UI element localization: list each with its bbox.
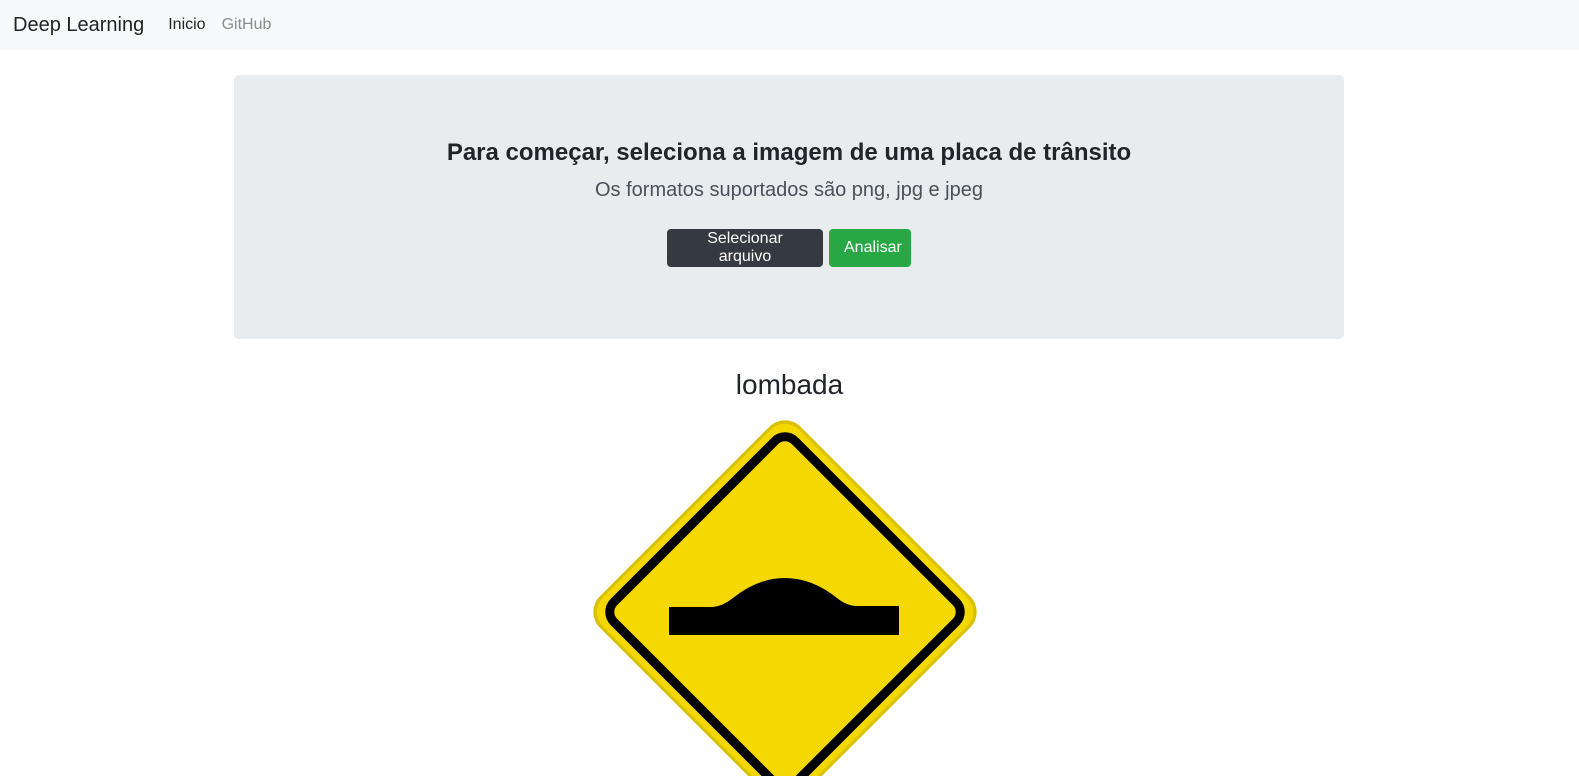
- navbar-brand[interactable]: Deep Learning: [13, 14, 144, 37]
- nav-link-inicio[interactable]: Inicio: [168, 16, 205, 34]
- button-row: Selecionar arquivo Analisar: [234, 229, 1344, 267]
- speed-bump-sign-icon: [593, 420, 977, 776]
- prediction-label: lombada: [735, 369, 844, 400]
- select-file-button[interactable]: Selecionar arquivo: [667, 229, 823, 267]
- navbar: Deep Learning Inicio GitHub: [0, 0, 1579, 50]
- nav-link-github[interactable]: GitHub: [222, 16, 272, 34]
- panel-title: Para começar, seleciona a imagem de uma …: [446, 139, 1132, 166]
- upload-panel: Para começar, seleciona a imagem de uma …: [234, 75, 1344, 339]
- analyze-button[interactable]: Analisar: [829, 229, 911, 267]
- traffic-sign-image: [583, 410, 987, 776]
- panel-subtitle: Os formatos suportados são png, jpg e jp…: [594, 179, 983, 201]
